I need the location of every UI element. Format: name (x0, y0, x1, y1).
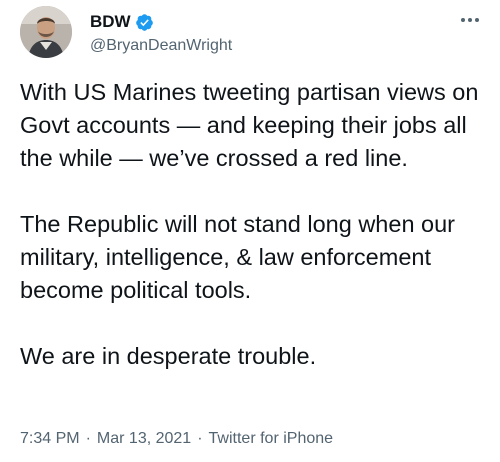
tweet-text: With US Marines tweeting partisan views … (20, 76, 494, 373)
author-name[interactable]: BDW (90, 12, 131, 32)
more-options-icon[interactable] (458, 10, 482, 30)
author-name-row: BDW (90, 12, 154, 32)
author-handle[interactable]: @BryanDeanWright (90, 36, 232, 56)
tweet-meta: 7:34 PM · Mar 13, 2021 · Twitter for iPh… (20, 429, 333, 449)
avatar-image (20, 6, 72, 58)
tweet-card: BDW @BryanDeanWright With US Marines twe… (0, 0, 500, 462)
verified-badge-icon (135, 13, 154, 32)
tweet-time[interactable]: 7:34 PM (20, 429, 80, 449)
tweet-source[interactable]: Twitter for iPhone (209, 429, 334, 449)
avatar[interactable] (20, 6, 72, 58)
tweet-paragraph: With US Marines tweeting partisan views … (20, 79, 485, 171)
tweet-paragraph: The Republic will not stand long when ou… (20, 211, 462, 303)
meta-separator: · (197, 430, 203, 447)
tweet-date[interactable]: Mar 13, 2021 (97, 429, 191, 449)
tweet-paragraph: We are in desperate trouble. (20, 343, 317, 369)
meta-separator: · (85, 430, 91, 447)
